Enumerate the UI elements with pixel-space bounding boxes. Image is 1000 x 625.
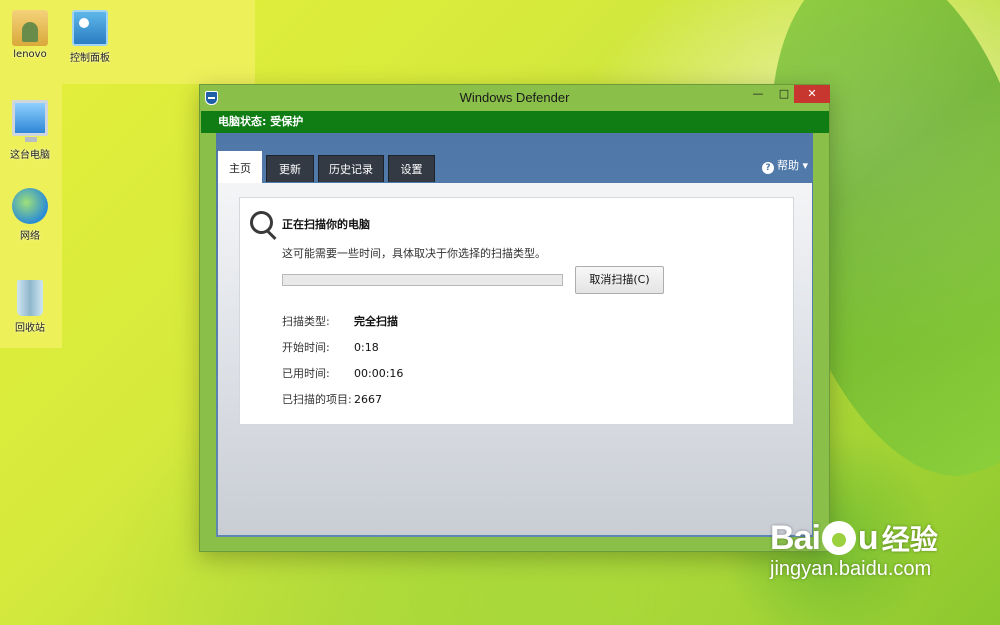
tab-history[interactable]: 历史记录 (318, 155, 384, 182)
desktop-icon-label: 控制面板 (70, 53, 110, 64)
detail-value: 2667 (354, 393, 382, 406)
desktop-icon-label: 回收站 (15, 323, 45, 334)
close-button[interactable]: ✕ (794, 85, 830, 103)
recycle-bin-icon (17, 280, 43, 316)
defender-window: Windows Defender — □ ✕ 电脑状态: 受保护 主页 更新 历… (199, 84, 830, 552)
cancel-scan-button[interactable]: 取消扫描(C) (575, 266, 664, 294)
watermark-brand-cn: 经验 (881, 523, 938, 556)
detail-row-scan-type: 扫描类型: 完全扫描 (282, 313, 398, 329)
detail-row-start-time: 开始时间: 0:18 (282, 339, 379, 355)
desktop-icon-label: 这台电脑 (10, 150, 50, 161)
minimize-button[interactable]: — (745, 85, 771, 103)
home-panel: 正在扫描你的电脑 这可能需要一些时间，具体取决于你选择的扫描类型。 取消扫描(C… (218, 183, 812, 535)
desktop-icon-control-panel[interactable]: 控制面板 (60, 10, 120, 64)
detail-key: 已用时间: (282, 367, 330, 380)
detail-value: 0:18 (354, 341, 379, 354)
detail-key: 开始时间: (282, 341, 330, 354)
detail-key: 已扫描的项目: (282, 393, 352, 406)
scan-progress-bar (282, 274, 563, 286)
scan-card: 正在扫描你的电脑 这可能需要一些时间，具体取决于你选择的扫描类型。 取消扫描(C… (239, 197, 794, 425)
scan-title: 正在扫描你的电脑 (282, 218, 370, 231)
watermark-url: jingyan.baidu.com (770, 558, 932, 580)
tab-home[interactable]: 主页 (218, 151, 262, 183)
help-question-icon: ? (762, 162, 774, 174)
watermark-brand-right: u (857, 519, 879, 557)
watermark-brand-left: Bai (770, 519, 821, 557)
detail-key: 扫描类型: (282, 315, 330, 328)
control-panel-icon (72, 10, 108, 46)
desktop-icon-recycle-bin[interactable]: 回收站 (0, 280, 60, 334)
window-title: Windows Defender (459, 90, 570, 105)
desktop-icon-label: 网络 (20, 231, 40, 242)
desktop-icon-network[interactable]: 网络 (0, 188, 60, 242)
network-globe-icon (12, 188, 48, 224)
magnifier-icon (250, 211, 278, 239)
desktop-icon-label: lenovo (13, 49, 47, 60)
pc-status-bar: 电脑状态: 受保护 (201, 111, 829, 133)
detail-value: 00:00:16 (354, 367, 404, 380)
title-bar[interactable]: Windows Defender — □ ✕ (200, 85, 830, 111)
detail-row-elapsed-time: 已用时间: 00:00:16 (282, 365, 403, 381)
desktop-icon-lenovo[interactable]: lenovo (0, 10, 60, 60)
main-content: 主页 更新 历史记录 设置 ? 帮助 ▾ 正在扫描你的电脑 这可能需要一些时间，具… (216, 133, 813, 537)
tab-settings[interactable]: 设置 (388, 155, 435, 182)
computer-icon (12, 100, 48, 142)
help-menu[interactable]: ? 帮助 ▾ (762, 157, 808, 174)
detail-row-items-scanned: 已扫描的项目: 2667 (282, 391, 382, 407)
help-label: 帮助 (777, 159, 799, 172)
chevron-down-icon: ▾ (802, 159, 809, 172)
tab-update[interactable]: 更新 (266, 155, 314, 182)
baidu-watermark: Bai u 经验 jingyan.baidu.com (770, 518, 990, 581)
user-folder-icon (12, 10, 48, 46)
detail-value: 完全扫描 (354, 315, 398, 328)
baidu-paw-icon (821, 521, 856, 555)
desktop-icon-this-pc[interactable]: 这台电脑 (0, 100, 60, 161)
scan-subtitle: 这可能需要一些时间，具体取决于你选择的扫描类型。 (282, 247, 546, 260)
